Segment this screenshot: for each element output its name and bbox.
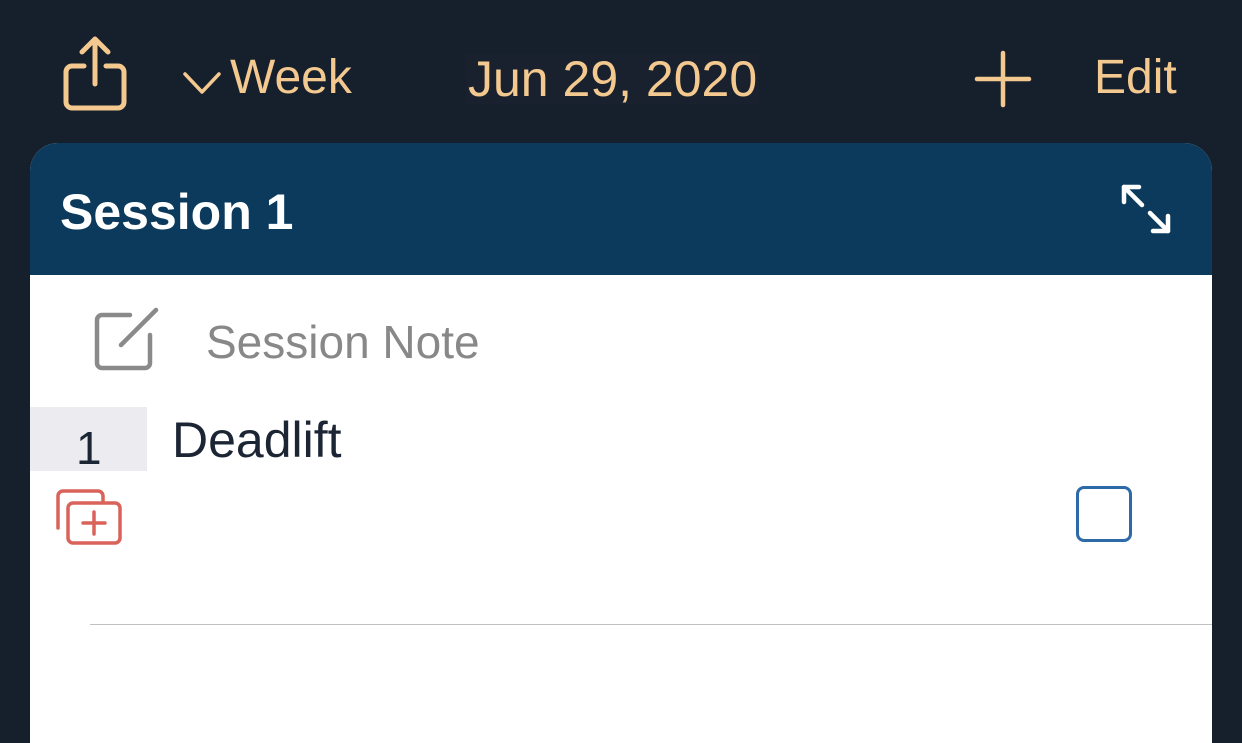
session-header[interactable]: Session 1 [30, 143, 1212, 275]
plus-icon [974, 50, 1032, 108]
compose-icon [94, 307, 159, 371]
week-selector-button[interactable]: Week [182, 54, 352, 102]
share-icon [63, 36, 127, 111]
session-title: Session 1 [60, 184, 294, 240]
share-button[interactable] [62, 36, 128, 112]
add-button[interactable] [974, 50, 1032, 108]
add-set-button[interactable] [54, 488, 124, 546]
session-card: Session 1 Session Note 1 Deadlift [30, 143, 1212, 743]
set-complete-checkbox[interactable] [1076, 486, 1132, 542]
session-note-placeholder[interactable]: Session Note [206, 319, 480, 365]
edit-button[interactable]: Edit [1094, 54, 1177, 102]
chevron-down-icon [183, 72, 221, 94]
exercise-index: 1 [76, 422, 102, 474]
expand-button[interactable] [1120, 183, 1172, 235]
add-set-icon [56, 489, 122, 545]
session-note-button[interactable] [94, 305, 160, 371]
navigation-bar: Week Jun 29, 2020 Edit [0, 0, 1242, 143]
expand-icon [1121, 184, 1171, 234]
week-label: Week [230, 51, 352, 104]
row-divider [90, 624, 1212, 625]
date-title[interactable]: Jun 29, 2020 [466, 54, 760, 104]
exercise-name[interactable]: Deadlift [172, 415, 342, 465]
